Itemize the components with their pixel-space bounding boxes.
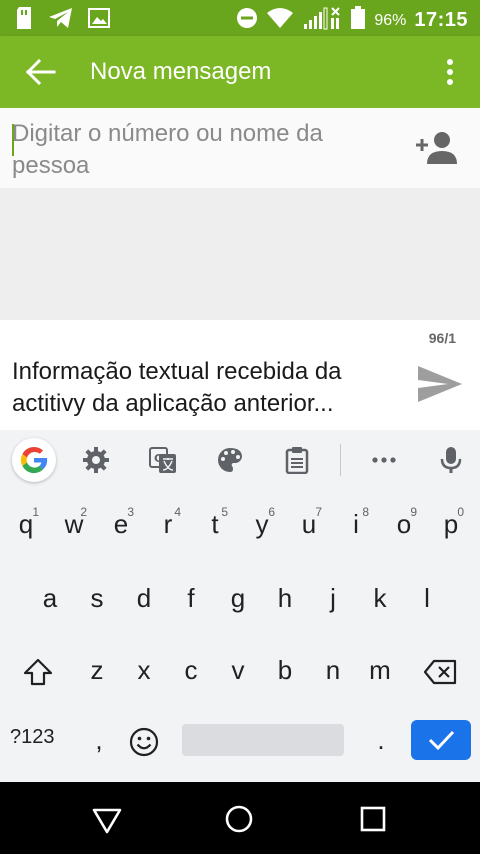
backspace-icon xyxy=(423,655,458,685)
symbols-key[interactable]: ?123 xyxy=(10,726,55,749)
toolbar-divider xyxy=(340,444,341,476)
key-f[interactable]: f xyxy=(168,570,214,626)
home-circle-icon[interactable] xyxy=(222,802,256,836)
back-button[interactable] xyxy=(22,54,62,90)
recipient-field-container: Digitar o número ou nome da pessoa xyxy=(0,108,480,188)
key-u[interactable]: u7 xyxy=(286,496,332,552)
key-d[interactable]: d xyxy=(121,570,167,626)
key-m[interactable]: m xyxy=(357,642,403,698)
battery-percent: 96% xyxy=(374,11,407,29)
recipient-input[interactable]: Digitar o número ou nome da pessoa xyxy=(12,118,382,182)
signal-icon xyxy=(302,6,342,35)
image-icon xyxy=(88,7,110,34)
key-i[interactable]: i8 xyxy=(333,496,379,552)
key-h[interactable]: h xyxy=(262,570,308,626)
clock: 17:15 xyxy=(414,9,468,31)
page-title: Nova mensagem xyxy=(90,58,272,85)
conversation-area xyxy=(0,188,480,320)
key-w[interactable]: w2 xyxy=(51,496,97,552)
person-add-icon xyxy=(414,132,458,170)
key-l[interactable]: l xyxy=(404,570,450,626)
space-key[interactable] xyxy=(182,724,344,756)
comma-key[interactable]: , xyxy=(76,712,122,768)
backspace-key[interactable] xyxy=(416,642,466,698)
key-g[interactable]: g xyxy=(215,570,261,626)
more-vert-icon xyxy=(438,59,462,94)
recents-square-icon[interactable] xyxy=(356,802,390,836)
key-k[interactable]: k xyxy=(357,570,403,626)
gear-icon[interactable] xyxy=(82,446,110,474)
keyboard: q1 w2 e3 r4 t5 y6 u7 i8 o9 p0 a s d f g … xyxy=(0,490,480,782)
clipboard-icon[interactable] xyxy=(283,446,311,475)
emoji-key[interactable] xyxy=(121,712,167,768)
key-r[interactable]: r4 xyxy=(145,496,191,552)
key-q[interactable]: q1 xyxy=(3,496,49,552)
palette-icon[interactable] xyxy=(216,446,244,474)
compose-area: 96/1 Informação textual recebida da acti… xyxy=(0,320,480,430)
mic-icon[interactable] xyxy=(437,446,465,474)
arrow-back-icon xyxy=(22,58,62,94)
enter-key[interactable] xyxy=(411,720,471,760)
key-x[interactable]: x xyxy=(121,642,167,698)
do-not-disturb-icon xyxy=(236,7,258,34)
key-a[interactable]: a xyxy=(27,570,73,626)
sim-card-icon xyxy=(14,6,34,35)
back-triangle-icon[interactable] xyxy=(90,802,124,836)
key-c[interactable]: c xyxy=(168,642,214,698)
key-n[interactable]: n xyxy=(310,642,356,698)
period-key[interactable]: . xyxy=(358,712,404,768)
emoji-icon xyxy=(129,725,159,757)
overflow-menu-button[interactable] xyxy=(438,54,462,90)
send-button[interactable] xyxy=(416,364,464,404)
google-button[interactable] xyxy=(12,438,56,482)
more-icon[interactable] xyxy=(370,446,398,474)
navigation-bar xyxy=(0,782,480,854)
telegram-icon xyxy=(48,6,74,35)
message-input[interactable]: Informação textual recebida da actitivy … xyxy=(12,356,400,420)
key-p[interactable]: p0 xyxy=(428,496,474,552)
app-bar: Nova mensagem xyxy=(0,36,480,108)
key-v[interactable]: v xyxy=(215,642,261,698)
key-o[interactable]: o9 xyxy=(381,496,427,552)
key-s[interactable]: s xyxy=(74,570,120,626)
key-y[interactable]: y6 xyxy=(239,496,285,552)
svg-text:G: G xyxy=(154,452,163,465)
char-counter: 96/1 xyxy=(428,330,456,346)
google-icon xyxy=(12,446,56,486)
keyboard-toolbar: G xyxy=(0,430,480,490)
shift-key[interactable] xyxy=(14,642,62,698)
shift-icon xyxy=(23,655,53,686)
key-t[interactable]: t5 xyxy=(192,496,238,552)
key-z[interactable]: z xyxy=(74,642,120,698)
wifi-icon xyxy=(266,7,294,34)
checkmark-icon xyxy=(411,730,471,764)
key-e[interactable]: e3 xyxy=(98,496,144,552)
add-contact-button[interactable] xyxy=(414,130,458,166)
translate-icon[interactable]: G xyxy=(149,446,177,474)
status-bar: 96% 17:15 xyxy=(0,0,480,36)
key-b[interactable]: b xyxy=(262,642,308,698)
key-j[interactable]: j xyxy=(310,570,356,626)
battery-icon xyxy=(350,6,366,35)
send-icon xyxy=(416,366,464,408)
